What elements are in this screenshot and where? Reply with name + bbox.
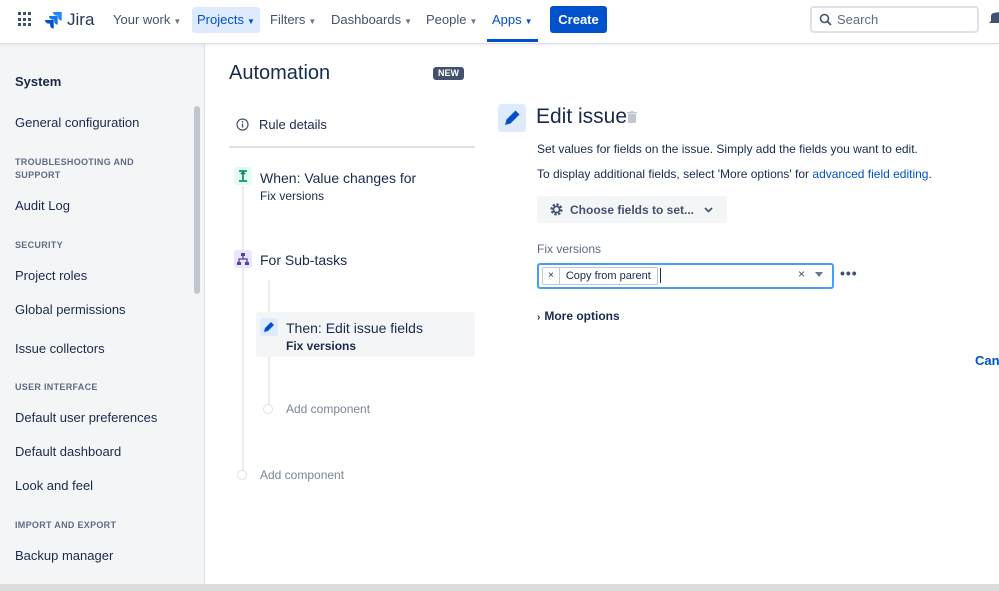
add-component-outer[interactable]: Add component [260,468,344,482]
page-title: Automation [229,62,331,84]
sidebar-item-project-roles[interactable]: Project roles [15,268,87,283]
search-placeholder: Search [837,12,879,27]
nav-dashboards[interactable]: Dashboards ▼ [326,7,417,33]
edit-description-advanced: To display additional fields, select 'Mo… [537,167,932,181]
nav-projects[interactable]: Projects ▼ [192,7,260,33]
branch-title[interactable]: For Sub-tasks [260,252,347,268]
cancel-button[interactable]: Canc [975,353,999,368]
trigger-field: Fix versions [260,189,325,203]
top-nav: Jira Your work ▼ Projects ▼ Filters ▼ Dashb… [0,0,999,44]
sidebar-item-default-user-preferences[interactable]: Default user preferences [15,410,157,425]
chevron-down-icon: ▼ [404,17,413,26]
jira-logo[interactable]: Jira [44,10,94,30]
nav-people[interactable]: People ▼ [421,7,482,33]
trash-icon[interactable] [627,111,637,123]
edit-description: Set values for fields on the issue. Simp… [537,142,918,156]
nav-filters[interactable]: Filters ▼ [265,7,321,33]
clear-icon[interactable]: × [798,267,805,281]
search-icon [819,13,832,26]
background-window-strip [0,584,999,591]
pencil-icon [260,318,278,336]
divider [229,146,475,148]
more-options-label: More options [544,309,620,323]
chip-value: Copy from parent [565,270,651,282]
chevron-down-icon: ▼ [173,17,182,26]
sidebar: System General configuration TROUBLESHOO… [0,44,205,591]
info-icon [236,118,249,131]
search-input[interactable]: Search [810,6,979,33]
fix-versions-select[interactable]: × Copy from parent × [537,263,834,289]
create-button[interactable]: Create [550,6,607,33]
text-caret [660,268,661,283]
branch-icon [234,250,252,268]
sidebar-heading-user-interface: USER INTERFACE [15,382,98,392]
chevron-down-icon: ▼ [469,17,478,26]
chevron-down-icon: ▼ [524,17,533,26]
nav-your-work[interactable]: Your work ▼ [108,7,186,33]
value-chip: × Copy from parent [542,267,658,285]
sidebar-item-general-configuration[interactable]: General configuration [15,115,139,130]
nav-apps-label: Apps [492,12,522,27]
more-options-toggle[interactable]: › More options [537,309,620,323]
edit-issue-title: Edit issue [536,105,628,128]
add-component-dot [263,404,273,414]
sidebar-title: System [15,74,62,89]
sidebar-item-backup-manager[interactable]: Backup manager [15,548,113,563]
advanced-suffix: . [928,167,932,181]
sidebar-item-global-permissions[interactable]: Global permissions [15,302,126,317]
jira-logo-icon [45,12,62,29]
choose-fields-button[interactable]: Choose fields to set... [537,196,727,223]
sidebar-heading-troubleshooting: TROUBLESHOOTING AND SUPPORT [15,157,134,180]
chevron-down-icon [704,206,713,213]
add-component-dot [237,470,247,480]
dropdown-arrow-icon[interactable] [815,272,823,277]
sidebar-heading-import-export: IMPORT AND EXPORT [15,520,117,530]
edit-pencil-icon [498,104,526,132]
sidebar-item-default-dashboard[interactable]: Default dashboard [15,444,121,459]
notifications-icon[interactable] [989,12,999,26]
more-actions-icon[interactable]: ••• [840,265,858,281]
app-switcher-icon[interactable] [18,12,33,27]
fix-versions-label: Fix versions [537,242,602,256]
sidebar-scrollbar[interactable] [192,104,202,296]
nav-apps[interactable]: Apps ▼ [487,7,538,42]
action-field: Fix versions [286,339,357,353]
nav-dashboards-label: Dashboards [331,12,402,27]
sidebar-item-look-and-feel[interactable]: Look and feel [15,478,93,493]
trigger-icon [234,167,252,185]
chevron-right-icon: › [537,312,541,323]
sidebar-item-issue-collectors[interactable]: Issue collectors [15,341,105,356]
nav-filters-label: Filters [270,12,306,27]
trigger-title[interactable]: When: Value changes for [260,170,416,186]
rule-details-link[interactable]: Rule details [236,117,327,132]
sidebar-heading-security: SECURITY [15,240,63,250]
action-title: Then: Edit issue fields [286,320,423,336]
chevron-down-icon: ▼ [246,17,255,26]
new-badge: NEW [433,67,464,80]
gear-icon [550,203,563,216]
nav-your-work-label: Your work [113,12,171,27]
remove-chip-icon[interactable]: × [543,268,560,284]
brand-name: Jira [67,10,95,29]
advanced-prefix: To display additional fields, select 'Mo… [537,167,813,181]
chevron-down-icon: ▼ [308,17,317,26]
sidebar-item-audit-log[interactable]: Audit Log [15,198,70,213]
choose-fields-label: Choose fields to set... [570,202,695,217]
add-component-inner[interactable]: Add component [286,402,370,416]
rule-flow-line [242,186,244,474]
nav-projects-label: Projects [197,12,244,27]
nav-people-label: People [426,12,467,27]
advanced-field-editing-link[interactable]: advanced field editing [812,167,928,181]
rule-details-label: Rule details [259,117,327,132]
